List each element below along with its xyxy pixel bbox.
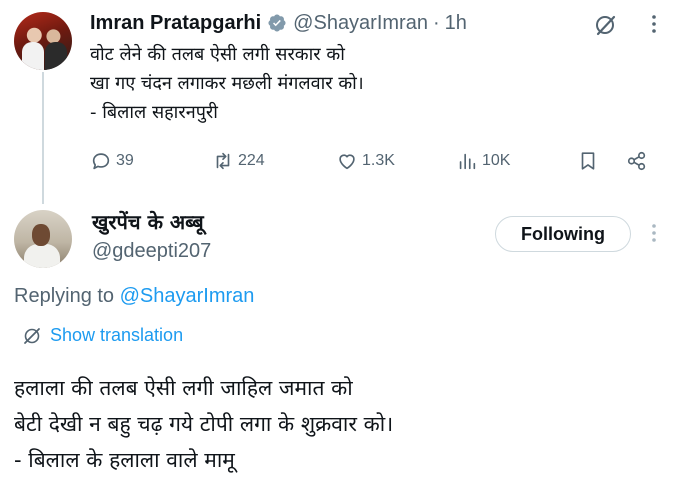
parent-author-name[interactable]: Imran Pratapgarhi [90,12,261,35]
show-translation-label[interactable]: Show translation [50,325,183,346]
parent-tweet-time[interactable]: 1h [445,12,467,35]
like-icon [339,154,355,170]
more-icon[interactable] [650,13,658,35]
reply-tweet-line: बेटी देखी न बहु चढ़ गये टोपी लगा के शुक्… [14,412,394,436]
translate-icon [24,327,40,344]
parent-tweet-text: वोट लेने की तलब ऐसी लगी सरकार को खा गए च… [90,40,364,127]
replying-to-label: Replying to [14,285,120,307]
views-icon [459,153,476,170]
reply-tweet-line: हलाला की तलब ऐसी लगी जाहिल जमात को [14,376,353,400]
parent-author-handle[interactable]: @ShayarImran [293,12,428,35]
parent-tweet-line: - बिलाल सहारनपुरी [90,102,218,123]
views-button[interactable]: 10K [456,148,510,174]
replying-to-mention[interactable]: @ShayarImran [120,285,255,307]
parent-tweet-line: खा गए चंदन लगाकर मछली मंगलवार को। [90,73,364,94]
parent-author-avatar[interactable] [14,12,72,70]
reply-author-avatar[interactable] [14,210,72,268]
reply-icon [92,153,110,170]
parent-tweet-actions: 39 224 1.3K 10K [90,148,660,174]
header-separator: · [432,11,440,34]
following-button[interactable]: Following [495,216,631,252]
share-icon [627,151,646,171]
bookmark-button[interactable] [577,148,603,174]
grok-icon[interactable] [592,12,618,38]
verified-badge-icon [267,13,287,33]
reply-tweet-text: हलाला की तलब ऐसी लगी जाहिल जमात को बेटी … [14,370,393,478]
reply-button[interactable]: 39 [90,148,134,174]
thread-connector-line [42,72,44,204]
like-button[interactable]: 1.3K [336,148,395,174]
like-count: 1.3K [362,152,395,169]
replying-to-line: Replying to @ShayarImran [14,285,254,308]
views-count: 10K [482,152,511,169]
reply-author-handle[interactable]: @gdeepti207 [92,240,211,263]
reply-author-name[interactable]: खुरपेंच के अब्बू [92,208,204,235]
show-translation-link[interactable]: Show translation [22,325,183,346]
reply-count: 39 [116,152,134,169]
repost-button[interactable]: 224 [212,148,265,174]
share-button[interactable] [626,148,652,174]
parent-tweet-header: Imran Pratapgarhi @ShayarImran · 1h [90,10,467,36]
more-icon[interactable] [650,222,658,244]
repost-count: 224 [238,152,265,169]
bookmark-icon [581,152,595,170]
reply-tweet-line: - बिलाल के हलाला वाले मामू [14,448,235,472]
parent-tweet-line: वोट लेने की तलब ऐसी लगी सरकार को [90,44,345,65]
repost-icon [216,152,230,170]
